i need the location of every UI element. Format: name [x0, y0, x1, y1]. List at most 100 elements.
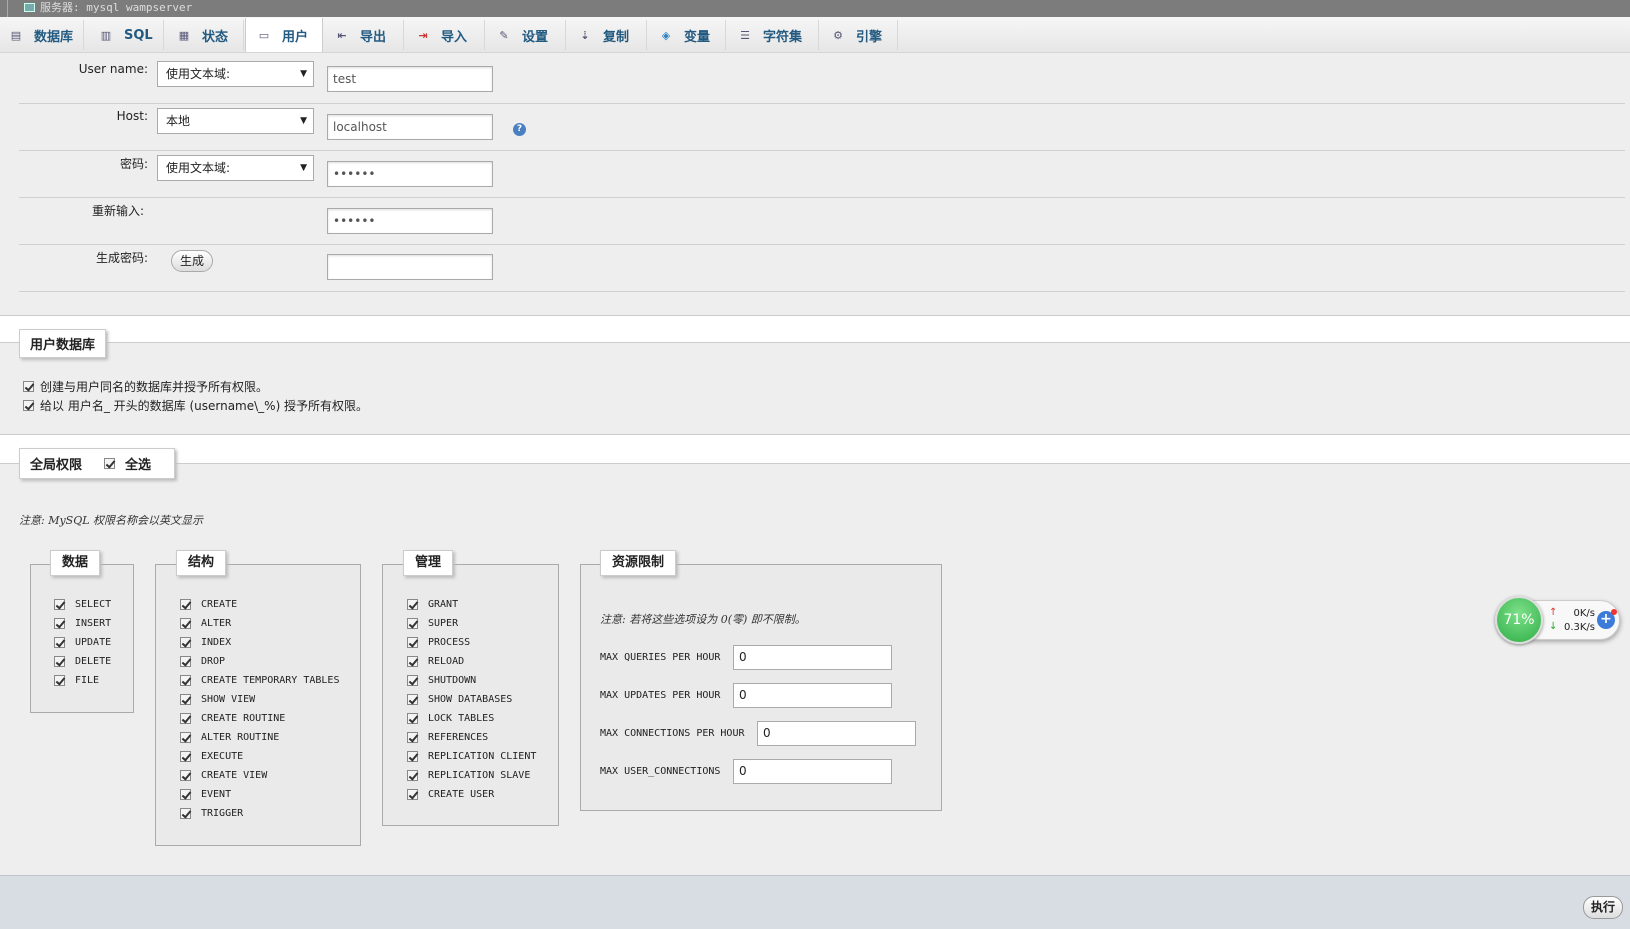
priv-checkbox[interactable]: [407, 694, 418, 705]
tab-settings[interactable]: ✎ 设置: [486, 20, 566, 50]
priv-show-databases[interactable]: SHOW DATABASES: [407, 694, 512, 705]
tab-users[interactable]: ▭ 用户: [245, 18, 323, 52]
priv-checkbox[interactable]: [54, 656, 65, 667]
network-speed-widget[interactable]: 71% ↑ 0K/s ↓ 0.3K/s +: [1495, 596, 1620, 644]
engine-icon: ⚙: [833, 28, 843, 42]
priv-alter-routine[interactable]: ALTER ROUTINE: [180, 732, 279, 743]
host-input[interactable]: localhost: [327, 114, 493, 140]
tab-status[interactable]: ▦ 状态: [166, 20, 244, 50]
wildcard-db-checkbox[interactable]: [23, 400, 34, 411]
notification-dot: [1611, 609, 1617, 615]
priv-checkbox[interactable]: [54, 599, 65, 610]
priv-trigger[interactable]: TRIGGER: [180, 808, 243, 819]
priv-create-routine[interactable]: CREATE ROUTINE: [180, 713, 285, 724]
password-input[interactable]: ••••••: [327, 161, 493, 187]
priv-checkbox[interactable]: [407, 675, 418, 686]
max-user-connections-label: MAX USER_CONNECTIONS: [600, 766, 721, 777]
max-queries-input[interactable]: 0: [733, 645, 892, 670]
priv-checkbox[interactable]: [180, 618, 191, 629]
priv-alter[interactable]: ALTER: [180, 618, 231, 629]
priv-replication-client[interactable]: REPLICATION CLIENT: [407, 751, 536, 762]
priv-replication-slave[interactable]: REPLICATION SLAVE: [407, 770, 530, 781]
priv-checkbox[interactable]: [180, 732, 191, 743]
priv-shutdown[interactable]: SHUTDOWN: [407, 675, 476, 686]
priv-insert[interactable]: INSERT: [54, 618, 111, 629]
help-icon[interactable]: ?: [513, 123, 526, 136]
priv-create-temporary-tables[interactable]: CREATE TEMPORARY TABLES: [180, 675, 339, 686]
tab-sql[interactable]: ▥ SQL: [88, 20, 164, 50]
chevron-down-icon: ▼: [300, 69, 307, 79]
priv-checkbox[interactable]: [407, 751, 418, 762]
priv-checkbox[interactable]: [54, 675, 65, 686]
priv-checkbox[interactable]: [54, 618, 65, 629]
priv-checkbox[interactable]: [180, 599, 191, 610]
priv-checkbox[interactable]: [407, 637, 418, 648]
host-type-select[interactable]: 本地 ▼: [157, 108, 314, 134]
generated-password-input[interactable]: [327, 254, 493, 280]
priv-checkbox[interactable]: [180, 713, 191, 724]
priv-process[interactable]: PROCESS: [407, 637, 470, 648]
priv-checkbox[interactable]: [407, 770, 418, 781]
create-db-option[interactable]: 创建与用户同名的数据库并授予所有权限。: [23, 378, 268, 395]
max-user-connections-input[interactable]: 0: [733, 759, 892, 784]
user-db-legend: 用户数据库: [19, 329, 107, 358]
tab-databases[interactable]: ▤ 数据库: [0, 20, 84, 50]
priv-checkbox[interactable]: [54, 637, 65, 648]
titlebar-corner: [0, 0, 8, 17]
retype-password-input[interactable]: ••••••: [327, 208, 493, 234]
priv-create[interactable]: CREATE: [180, 599, 237, 610]
select-all-label[interactable]: 全选: [125, 454, 151, 473]
tab-engines[interactable]: ⚙ 引擎: [820, 20, 898, 50]
username-input[interactable]: test: [327, 66, 493, 92]
users-icon: ▭: [258, 28, 270, 42]
tab-variables[interactable]: ◈ 变量: [648, 20, 726, 50]
priv-checkbox[interactable]: [407, 618, 418, 629]
priv-checkbox[interactable]: [180, 637, 191, 648]
download-speed: 0.3K/s: [1563, 622, 1595, 633]
execute-button[interactable]: 执行: [1583, 896, 1623, 919]
priv-checkbox[interactable]: [180, 770, 191, 781]
priv-create-user[interactable]: CREATE USER: [407, 789, 494, 800]
priv-execute[interactable]: EXECUTE: [180, 751, 243, 762]
priv-delete[interactable]: DELETE: [54, 656, 111, 667]
max-updates-input[interactable]: 0: [733, 683, 892, 708]
wildcard-db-option[interactable]: 给以 用户名_ 开头的数据库 (username\_%) 授予所有权限。: [23, 397, 368, 414]
priv-file[interactable]: FILE: [54, 675, 99, 686]
priv-event[interactable]: EVENT: [180, 789, 231, 800]
priv-create-view[interactable]: CREATE VIEW: [180, 770, 267, 781]
priv-select[interactable]: SELECT: [54, 599, 111, 610]
priv-checkbox[interactable]: [180, 751, 191, 762]
tab-replication[interactable]: ⇣ 复制: [567, 20, 647, 50]
password-type-select[interactable]: 使用文本域: ▼: [157, 155, 314, 181]
retype-label: 重新输入:: [91, 204, 144, 218]
username-type-select[interactable]: 使用文本域: ▼: [157, 61, 314, 87]
priv-checkbox[interactable]: [407, 732, 418, 743]
create-db-checkbox[interactable]: [23, 381, 34, 392]
resource-limits-legend: 资源限制: [600, 550, 677, 576]
priv-drop[interactable]: DROP: [180, 656, 225, 667]
priv-checkbox[interactable]: [407, 599, 418, 610]
generate-password-button[interactable]: 生成: [171, 250, 213, 272]
priv-checkbox[interactable]: [180, 808, 191, 819]
priv-checkbox[interactable]: [407, 656, 418, 667]
priv-checkbox[interactable]: [407, 789, 418, 800]
priv-references[interactable]: REFERENCES: [407, 732, 488, 743]
priv-show-view[interactable]: SHOW VIEW: [180, 694, 255, 705]
priv-lock-tables[interactable]: LOCK TABLES: [407, 713, 494, 724]
tab-import[interactable]: ⇥ 导入: [405, 20, 485, 50]
priv-grant[interactable]: GRANT: [407, 599, 458, 610]
priv-checkbox[interactable]: [180, 694, 191, 705]
priv-update[interactable]: UPDATE: [54, 637, 111, 648]
tab-charset[interactable]: ☰ 字符集: [727, 20, 819, 50]
tab-export[interactable]: ⇤ 导出: [324, 20, 404, 50]
priv-reload[interactable]: RELOAD: [407, 656, 464, 667]
priv-checkbox[interactable]: [180, 675, 191, 686]
select-all-checkbox[interactable]: [104, 458, 116, 469]
max-connections-input[interactable]: 0: [757, 721, 916, 746]
priv-checkbox[interactable]: [407, 713, 418, 724]
priv-index[interactable]: INDEX: [180, 637, 231, 648]
password-label: 密码:: [119, 157, 148, 171]
priv-checkbox[interactable]: [180, 789, 191, 800]
priv-super[interactable]: SUPER: [407, 618, 458, 629]
priv-checkbox[interactable]: [180, 656, 191, 667]
